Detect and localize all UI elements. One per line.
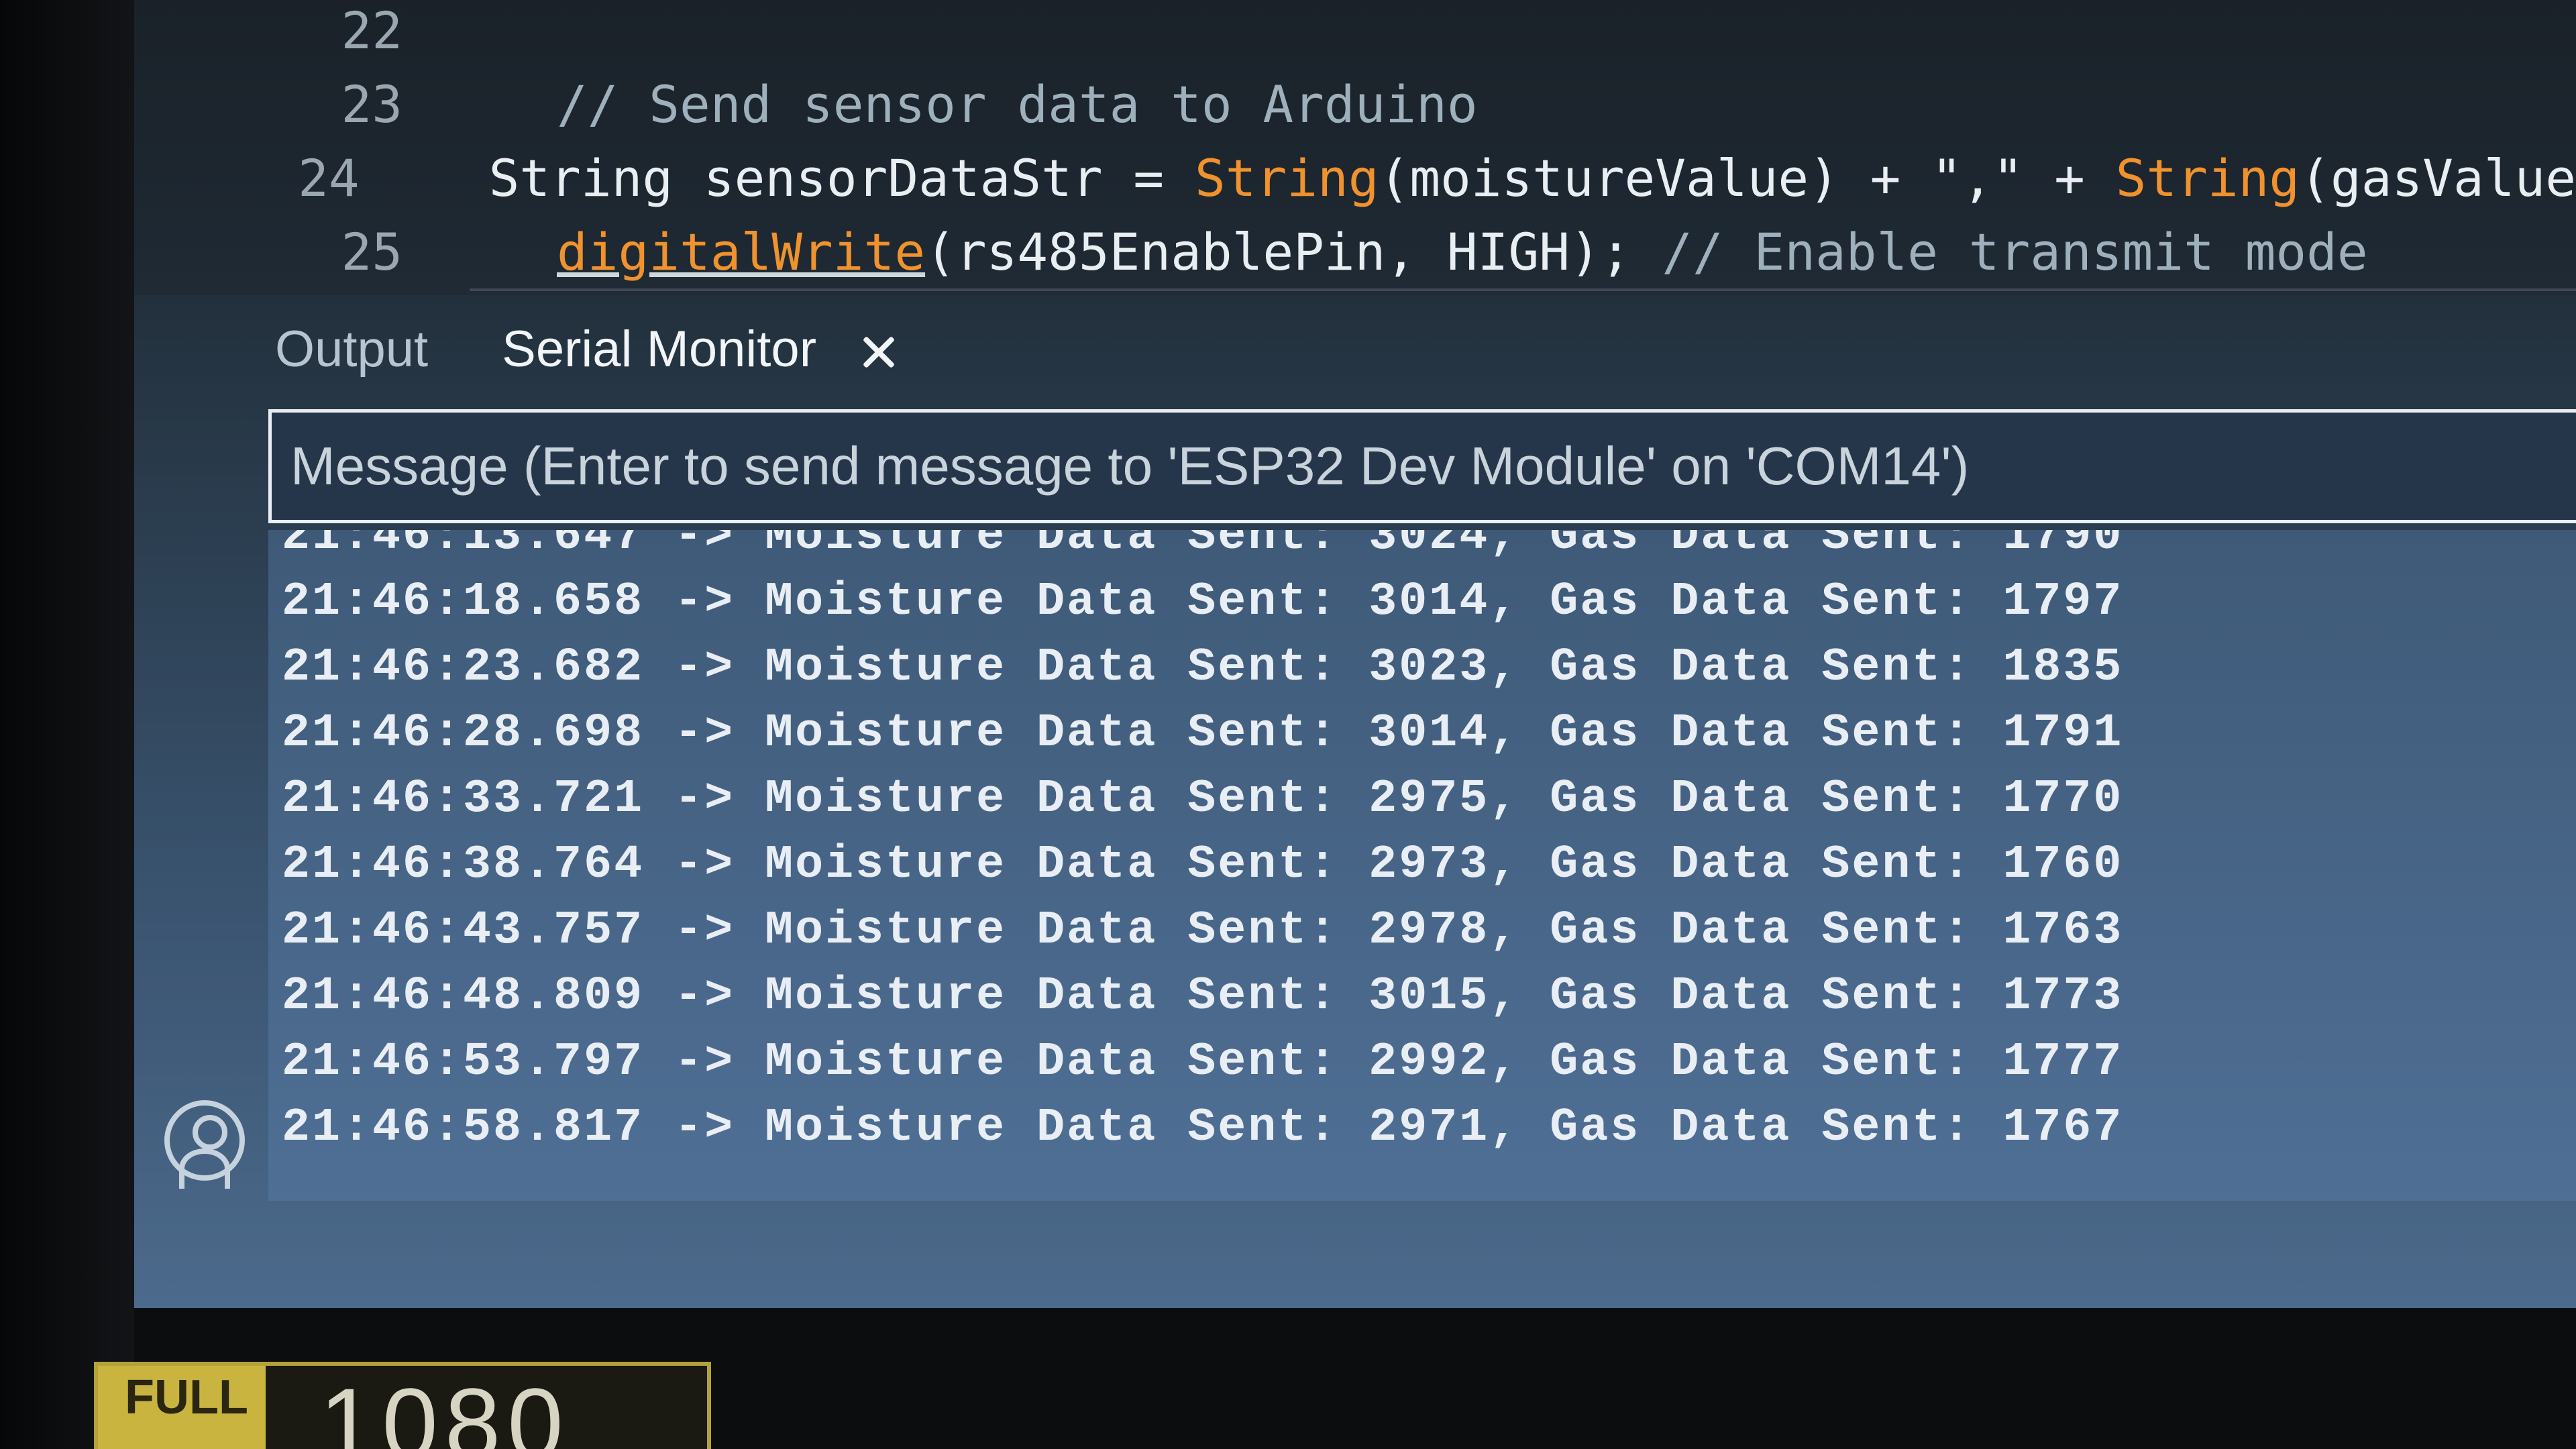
tab-output[interactable]: Output bbox=[275, 320, 428, 378]
code-text: String sensorDataStr = String(moistureVa… bbox=[489, 148, 2576, 208]
panel-tabs: Output Serial Monitor bbox=[275, 309, 900, 389]
photo-frame: 22 23 // Send sensor data to Arduino 24 … bbox=[0, 0, 2576, 1449]
panel-divider[interactable] bbox=[470, 288, 2576, 291]
code-line: 25 digitalWrite(rs485EnablePin, HIGH); /… bbox=[134, 215, 2576, 288]
code-line: 23 // Send sensor data to Arduino bbox=[134, 67, 2576, 141]
message-input-box bbox=[268, 409, 2576, 523]
bottom-panel: Output Serial Monitor 21:46:13.647 -> Mo… bbox=[134, 295, 2576, 1308]
code-token: // Enable transmit mode bbox=[1662, 221, 2368, 282]
close-icon[interactable] bbox=[857, 331, 900, 374]
code-token: (rs485EnablePin, HIGH); bbox=[925, 221, 1662, 282]
serial-line: 21:46:13.647 -> Moisture Data Sent: 3024… bbox=[282, 530, 2124, 563]
code-token: digitalWrite bbox=[557, 221, 926, 282]
tab-serial-monitor[interactable]: Serial Monitor bbox=[502, 320, 900, 378]
sticker-brand: FULL bbox=[125, 1371, 248, 1424]
serial-line: 21:46:33.721 -> Moisture Data Sent: 2975… bbox=[282, 772, 2124, 826]
serial-line: 21:46:23.682 -> Moisture Data Sent: 3023… bbox=[282, 641, 2124, 694]
message-input[interactable] bbox=[272, 413, 2576, 520]
sticker-number: 1080 bbox=[319, 1367, 570, 1449]
tab-serial-monitor-label: Serial Monitor bbox=[502, 320, 816, 378]
ide-screen: 22 23 // Send sensor data to Arduino 24 … bbox=[134, 0, 2576, 1308]
code-token: // Send sensor data to Arduino bbox=[557, 74, 1478, 134]
line-number: 22 bbox=[341, 0, 402, 60]
code-token: String bbox=[2115, 148, 2300, 208]
code-editor[interactable]: 22 23 // Send sensor data to Arduino 24 … bbox=[134, 0, 2576, 295]
code-token: String bbox=[1194, 148, 1379, 208]
code-line: 24 String sensorDataStr = String(moistur… bbox=[134, 141, 2576, 215]
serial-output[interactable]: 21:46:13.647 -> Moisture Data Sent: 3024… bbox=[268, 530, 2576, 1201]
serial-line: 21:46:43.757 -> Moisture Data Sent: 2978… bbox=[282, 904, 2124, 957]
code-text: digitalWrite(rs485EnablePin, HIGH); // E… bbox=[557, 222, 2368, 282]
serial-line: 21:46:28.698 -> Moisture Data Sent: 3014… bbox=[282, 706, 2124, 760]
line-number: 25 bbox=[341, 221, 402, 282]
line-number: 23 bbox=[341, 74, 402, 134]
serial-line: 21:46:18.658 -> Moisture Data Sent: 3014… bbox=[282, 575, 2124, 629]
serial-line: 21:46:48.809 -> Moisture Data Sent: 3015… bbox=[282, 969, 2124, 1023]
user-account-icon[interactable] bbox=[164, 1100, 245, 1189]
serial-line: 21:46:58.817 -> Moisture Data Sent: 2971… bbox=[282, 1101, 2124, 1155]
code-token: (moistureValue) + "," + bbox=[1379, 148, 2116, 208]
code-token: String sensorDataStr = bbox=[488, 148, 1195, 208]
line-number: 24 bbox=[298, 148, 360, 208]
serial-line: 21:46:53.797 -> Moisture Data Sent: 2992… bbox=[282, 1035, 2124, 1089]
monitor-bezel bbox=[0, 0, 134, 1449]
code-line: 22 bbox=[134, 0, 2576, 67]
code-token: (gasValue bbox=[2300, 148, 2576, 208]
full-hd-sticker: FULL 1080 bbox=[94, 1362, 711, 1449]
serial-line: 21:46:38.764 -> Moisture Data Sent: 2973… bbox=[282, 838, 2124, 892]
code-text: // Send sensor data to Arduino bbox=[557, 74, 1478, 134]
